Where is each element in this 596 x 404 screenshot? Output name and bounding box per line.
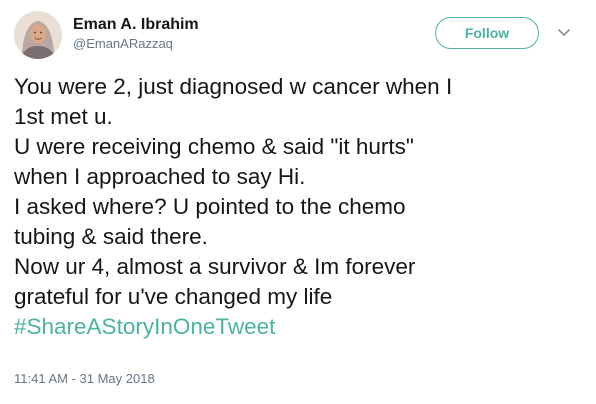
tweet-text-line: You were 2, just diagnosed w cancer when… — [14, 74, 453, 99]
author-name[interactable]: Eman A. Ibrahim — [73, 16, 199, 34]
chevron-down-icon — [558, 29, 570, 36]
tweet-text-line: Now ur 4, almost a survivor & Im forever — [14, 254, 416, 279]
tweet-card: Eman A. Ibrahim @EmanARazzaq Follow You … — [0, 0, 596, 404]
tweet-text-line: when I approached to say Hi. — [14, 164, 306, 189]
author-handle[interactable]: @EmanARazzaq — [73, 36, 173, 51]
tweet-text-line: grateful for u've changed my life — [14, 284, 333, 309]
tweet-text-line: 1st met u. — [14, 104, 113, 129]
hashtag-link[interactable]: #ShareAStoryInOneTweet — [14, 312, 584, 342]
avatar[interactable] — [14, 11, 62, 59]
avatar-image — [14, 11, 62, 59]
tweet-text-line: U were receiving chemo & said "it hurts" — [14, 134, 414, 159]
tweet-timestamp[interactable]: 11:41 AM - 31 May 2018 — [14, 371, 155, 386]
more-options-button[interactable] — [553, 22, 575, 44]
follow-button[interactable]: Follow — [435, 17, 539, 49]
tweet-text: You were 2, just diagnosed w cancer when… — [14, 72, 584, 342]
tweet-text-line: tubing & said there. — [14, 224, 208, 249]
tweet-text-line: I asked where? U pointed to the chemo — [14, 194, 406, 219]
